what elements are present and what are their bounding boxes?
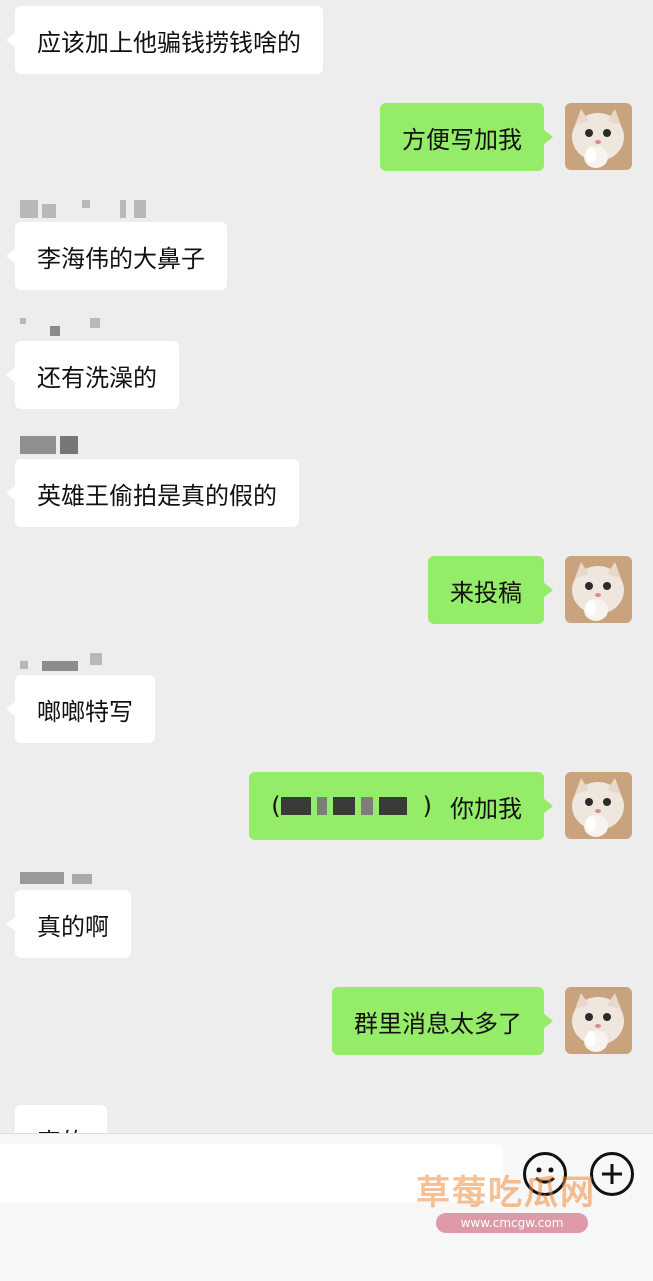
sender-name-masked [20,436,80,454]
sender-name-masked [20,318,110,336]
cat-avatar-icon[interactable] [565,556,632,623]
message-bubble-outgoing[interactable]: 群里消息太多了 [332,987,553,1055]
message-text: 英雄王偷拍是真的假的 [37,481,277,510]
plus-icon[interactable] [590,1152,634,1196]
message-bubble-incoming[interactable]: 啷啷特写 [6,675,155,743]
watermark-logo: 草莓吃瓜网 [416,1173,596,1213]
message-bubble-outgoing[interactable]: ( ) 你加我 [249,772,553,840]
message-text: 真的啊 [37,912,109,941]
message-text: 群里消息太多了 [354,1009,522,1038]
message-text: 方便写加我 [402,125,522,154]
message-bubble-incoming[interactable]: 真的 [6,1105,107,1135]
message-text: 啷啷特写 [37,697,133,726]
cat-avatar-icon[interactable] [565,987,632,1054]
masked-contact [280,797,407,815]
sender-name-masked [20,200,150,218]
message-bubble-outgoing[interactable]: 方便写加我 [380,103,553,171]
chat-area[interactable]: 应该加上他骗钱捞钱啥的 方便写加我 李海伟的大鼻子 还有洗澡的 英雄王偷拍是真的… [0,0,653,1135]
cat-avatar-icon[interactable] [565,772,632,839]
message-bubble-incoming[interactable]: 英雄王偷拍是真的假的 [6,459,299,527]
sender-name-masked [20,653,110,671]
watermark-url: www.cmcgw.com [436,1213,588,1233]
message-text: 来投稿 [450,578,522,607]
message-text: 还有洗澡的 [37,363,157,392]
message-bubble-incoming[interactable]: 真的啊 [6,890,131,958]
message-text: 你加我 [450,794,522,823]
paren-open: ( [271,792,281,820]
message-bubble-incoming[interactable]: 李海伟的大鼻子 [6,222,227,290]
message-bubble-incoming[interactable]: 应该加上他骗钱捞钱啥的 [6,6,323,74]
message-text: 李海伟的大鼻子 [37,244,205,273]
message-text: 应该加上他骗钱捞钱啥的 [37,28,301,57]
message-bubble-outgoing[interactable]: 来投稿 [428,556,553,624]
sender-name-masked [20,870,100,888]
paren-close: ) [422,792,432,820]
cat-avatar-icon[interactable] [565,103,632,170]
message-bubble-incoming[interactable]: 还有洗澡的 [6,341,179,409]
